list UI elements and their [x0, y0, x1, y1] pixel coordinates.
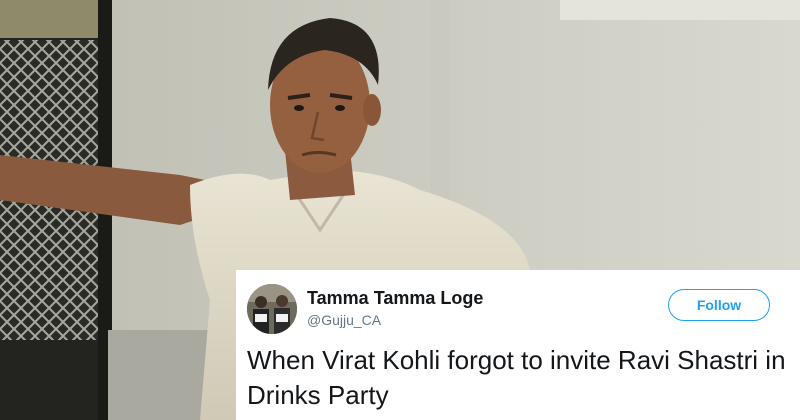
- profile-avatar-icon[interactable]: [247, 284, 297, 334]
- tweet-card: Tamma Tamma Loge @Gujju_CA Follow When V…: [236, 270, 800, 420]
- follow-button[interactable]: Follow: [668, 289, 770, 321]
- user-handle[interactable]: @Gujju_CA: [307, 312, 381, 328]
- tweet-text: When Virat Kohli forgot to invite Ravi S…: [247, 345, 786, 410]
- display-name[interactable]: Tamma Tamma Loge: [307, 288, 483, 309]
